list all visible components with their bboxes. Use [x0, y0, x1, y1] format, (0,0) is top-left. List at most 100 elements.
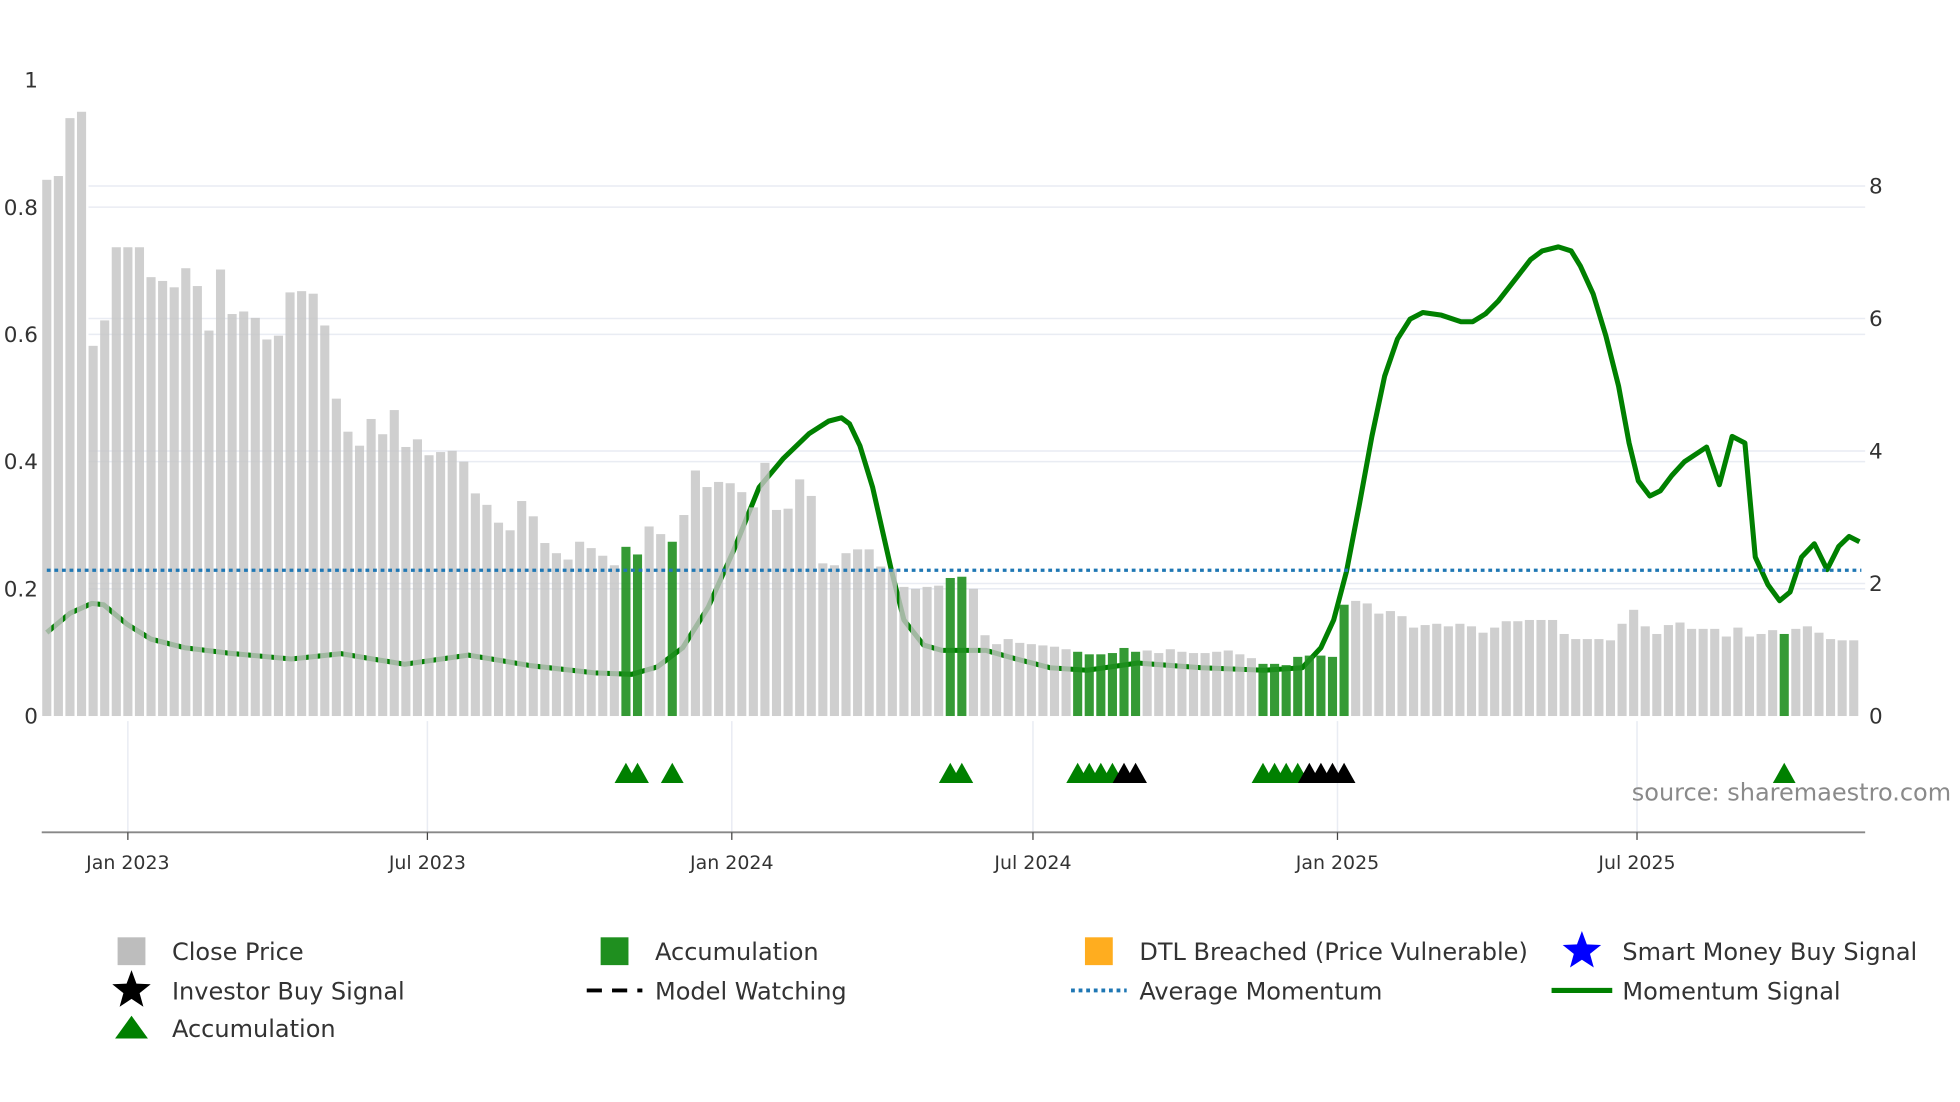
x-tick-label: Jul 2023 [388, 852, 466, 874]
accumulation-bar [632, 554, 643, 717]
close-price-bar [53, 176, 63, 717]
close-price-bar [1061, 649, 1071, 717]
legend-item-black-star: Investor Buy Signal [112, 970, 405, 1007]
close-price-bar [1687, 628, 1697, 717]
close-price-bar [1432, 623, 1442, 717]
right-tick-label: 0 [1869, 705, 1883, 730]
close-price-bar [343, 431, 353, 717]
legend-label: Momentum Signal [1622, 977, 1840, 1005]
close-price-bar [679, 515, 689, 717]
legend-item-green-line: Momentum Signal [1551, 977, 1841, 1005]
close-price-bar [1536, 619, 1546, 717]
close-price-bar [42, 179, 52, 717]
legend-label: Model Watching [655, 977, 847, 1005]
accumulation-bar [957, 576, 967, 717]
close-price-bar [1802, 626, 1812, 717]
x-tick-label: Jul 2024 [993, 852, 1071, 874]
left-tick-label: 0.2 [4, 577, 38, 602]
accumulation-bar [1281, 665, 1291, 717]
close-price-bar [934, 585, 944, 717]
close-price-bar [354, 445, 365, 717]
close-price-bar [1409, 627, 1419, 717]
close-price-bar [876, 566, 886, 717]
close-price-bar [586, 548, 596, 717]
close-price-bar [1246, 658, 1256, 717]
close-price-bar [563, 559, 573, 717]
close-price-bar [517, 501, 527, 717]
close-price-bar [771, 509, 782, 717]
accumulation-bar [1270, 663, 1280, 717]
x-tick-label: Jan 2023 [85, 852, 169, 874]
legend-label: Accumulation [172, 1015, 336, 1043]
close-price-bar [401, 446, 411, 717]
close-price-bar [331, 398, 341, 717]
legend-item-orange-square: DTL Breached (Price Vulnerable) [1084, 937, 1528, 966]
x-axis: Jan 2023 Jul 2023 Jan 2024 Jul 2024 Jan 2025… [41, 831, 1866, 874]
close-price-bar [262, 339, 272, 717]
close-price-bar [1015, 642, 1025, 717]
close-price-bar [146, 277, 156, 717]
x-tick-label: Jan 2024 [689, 852, 773, 874]
left-tick-label: 1 [24, 69, 38, 94]
close-price-bar [922, 586, 932, 717]
x-tick-label: Jan 2025 [1295, 852, 1379, 874]
momentum-chart: 00.20.40.60.81 02468 Jan 2023 Jul 2023 Jan… [4, 69, 1951, 1044]
legend: Close Price Accumulation DTL Breached (Pri… [112, 930, 1917, 1043]
close-price-bar [1814, 632, 1824, 717]
close-price-bar [297, 291, 307, 717]
close-price-bar [424, 455, 434, 717]
legend-item-gray-square: Close Price [117, 937, 304, 966]
left-tick-label: 0 [24, 705, 38, 730]
close-price-bar [887, 569, 897, 717]
close-price-bar [1165, 649, 1175, 717]
accumulation-triangle-marker [660, 762, 684, 784]
close-price-bar [1049, 646, 1060, 717]
close-price-bar [100, 320, 110, 717]
close-price-bar [737, 492, 747, 717]
close-price-bar [158, 280, 168, 717]
close-price-bar [1501, 621, 1511, 717]
green-triangle-icon [115, 1015, 148, 1039]
close-price-bar [806, 495, 816, 717]
close-price-bar [992, 644, 1002, 717]
signal-markers [614, 762, 1796, 784]
x-tick-label: Jul 2025 [1597, 852, 1675, 874]
accumulation-bar [1316, 655, 1326, 717]
legend-item-black-dashed-line: Model Watching [586, 977, 847, 1005]
close-price-bar [285, 292, 295, 717]
close-price-bar [436, 452, 446, 717]
blue-star-icon [1562, 930, 1602, 968]
close-price-bar [88, 345, 98, 717]
legend-label: Close Price [172, 938, 304, 966]
close-price-bar [841, 553, 851, 717]
right-y-axis: 0 2 4 6 8 [1869, 175, 1883, 730]
accumulation-bar [1779, 633, 1789, 717]
legend-label: DTL Breached (Price Vulnerable) [1139, 938, 1528, 966]
close-price-bar [1142, 650, 1152, 717]
legend-label: Accumulation [655, 938, 819, 966]
close-price-bar [1385, 611, 1395, 717]
close-price-bar [899, 586, 909, 717]
close-price-bar [1617, 623, 1627, 717]
close-price-bar [1640, 626, 1650, 717]
close-price-bar [1420, 625, 1430, 717]
close-price-bar [1513, 621, 1523, 717]
orange-square-icon [1084, 937, 1113, 966]
close-price-bar [690, 470, 700, 717]
close-price-bar [169, 287, 179, 717]
close-price-bar [470, 493, 480, 717]
close-price-bar [493, 522, 504, 717]
close-price-bar [1826, 639, 1836, 717]
close-price-bar [783, 508, 793, 717]
close-price-bar [760, 462, 770, 717]
accumulation-bar [1084, 654, 1094, 717]
accumulation-bar [1339, 604, 1349, 717]
close-price-bar [551, 553, 561, 717]
close-price-bar [1733, 627, 1743, 717]
close-price-bar [123, 247, 133, 717]
close-price-bar [192, 286, 202, 717]
accumulation-bar [1096, 654, 1106, 717]
close-price-bar [853, 549, 863, 717]
close-price-bar [389, 410, 399, 717]
close-price-bar [1362, 603, 1372, 717]
